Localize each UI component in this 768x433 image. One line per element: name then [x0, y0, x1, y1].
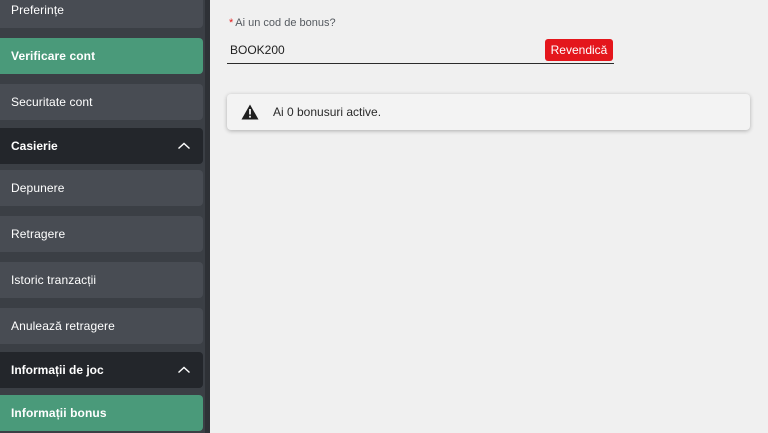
- sidebar-item-transaction-history[interactable]: Istoric tranzacții: [0, 262, 203, 298]
- sidebar-item-cancel-withdrawal[interactable]: Anulează retragere: [0, 308, 203, 344]
- sidebar-item-account-security[interactable]: Securitate cont: [0, 84, 203, 120]
- main-content: *Ai un cod de bonus? Revendică Ai 0 bonu…: [210, 0, 768, 433]
- sidebar-item-label: Informații bonus: [11, 406, 107, 420]
- alert-message: Ai 0 bonusuri active.: [273, 105, 382, 119]
- active-bonuses-alert: Ai 0 bonusuri active.: [227, 94, 750, 130]
- sidebar-item-account-verification[interactable]: Verificare cont: [0, 38, 203, 74]
- bonus-page: Preferințe Verificare cont Securitate co…: [0, 0, 768, 433]
- warning-icon: [241, 104, 259, 120]
- sidebar-item-deposit[interactable]: Depunere: [0, 170, 203, 206]
- chevron-up-icon: [178, 366, 190, 374]
- sidebar-section-game-info[interactable]: Informații de joc: [0, 352, 203, 388]
- bonus-code-label: * Ai un cod de bonus?: [229, 17, 336, 29]
- sidebar-section-label: Casierie: [11, 139, 58, 153]
- sidebar-item-withdraw[interactable]: Retragere: [0, 216, 203, 252]
- sidebar-item-bonus-info[interactable]: Informații bonus: [0, 395, 203, 431]
- account-sidebar: Preferințe Verificare cont Securitate co…: [0, 0, 210, 433]
- bonus-code-label-text: Ai un cod de bonus?: [235, 17, 336, 29]
- chevron-up-icon: [178, 142, 190, 150]
- sidebar-item-label: Istoric tranzacții: [11, 273, 97, 287]
- claim-bonus-button[interactable]: Revendică: [545, 39, 613, 61]
- sidebar-section-label: Informații de joc: [11, 363, 104, 377]
- required-mark: *: [229, 17, 234, 29]
- sidebar-item-label: Securitate cont: [11, 95, 93, 109]
- sidebar-section-cashier[interactable]: Casierie: [0, 128, 203, 164]
- sidebar-item-label: Preferințe: [11, 3, 65, 17]
- sidebar-item-label: Verificare cont: [11, 49, 96, 63]
- sidebar-item-preferences[interactable]: Preferințe: [0, 0, 203, 28]
- sidebar-item-label: Anulează retragere: [11, 319, 115, 333]
- sidebar-item-label: Depunere: [11, 181, 65, 195]
- sidebar-item-label: Retragere: [11, 227, 66, 241]
